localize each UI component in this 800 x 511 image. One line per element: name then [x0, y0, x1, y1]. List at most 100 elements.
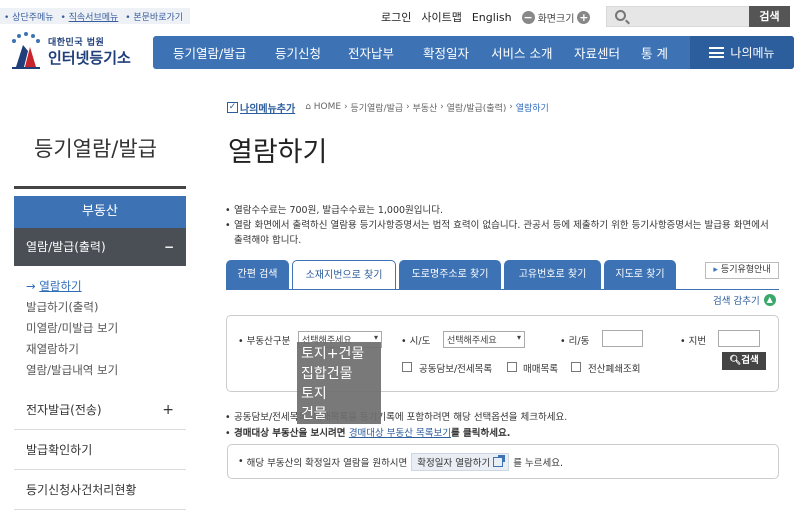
font-size-control: − 화면크기 +	[521, 10, 591, 25]
breadcrumb-item[interactable]: 부동산	[412, 101, 437, 114]
lnb-item-history[interactable]: 열람/발급내역 보기	[26, 361, 176, 382]
hide-search-label: 검색 감추기	[713, 296, 760, 307]
realty-type-dropdown-list: 토지+건물 집합건물 토지 건물	[297, 342, 381, 424]
form-search-button[interactable]: 🔍︎검색	[722, 352, 766, 370]
lnb-item-issue[interactable]: 발급하기(출력)	[26, 298, 176, 319]
info-prefix: 해당 부동산의 확정일자 열람을 원하시면	[246, 457, 408, 469]
info-suffix: 를 누르세요.	[513, 457, 563, 469]
tab-map[interactable]: 지도로 찾기	[604, 260, 676, 289]
sido-label: • 시/도	[401, 336, 431, 347]
site-logo[interactable]: 대한민국 법원 인터넷등기소	[6, 31, 146, 71]
gnb-item-fixed-date[interactable]: 확정일자	[423, 43, 469, 62]
fixed-date-info: • 해당 부동산의 확정일자 열람을 원하시면 확정일자 열람하기 를 누르세요…	[227, 444, 779, 479]
gnb-item-service[interactable]: 서비스 소개	[491, 43, 552, 62]
lnb-list: → 열람하기 발급하기(출력) 미열람/미발급 보기 재열람하기 열람/발급내역…	[26, 277, 176, 382]
my-menu-button[interactable]: 나의메뉴	[690, 36, 794, 69]
auction-list-link[interactable]: 경매대상 부동산 목록보기	[349, 428, 451, 439]
dropdown-option[interactable]: 건물	[301, 404, 377, 424]
closed-record-checkbox[interactable]	[571, 362, 581, 372]
search-icon: 🔍︎	[729, 355, 742, 366]
zoom-out-icon[interactable]: −	[521, 10, 535, 24]
breadcrumb: ✓ 나의메뉴추가 ⌂ HOME › 등기열람/발급 › 부동산 › 열람/발급(…	[227, 100, 549, 115]
ri-dong-input[interactable]	[602, 330, 643, 347]
fixed-date-view-label: 확정일자 열람하기	[417, 457, 491, 469]
chevron-down-icon: ▾	[373, 333, 378, 342]
tab-lot-address[interactable]: 소재지번으로 찾기	[292, 260, 396, 290]
add-my-menu-label: 나의메뉴추가	[240, 103, 296, 115]
dropdown-option[interactable]: 집합건물	[301, 364, 377, 384]
lnb-group-label: 전자발급(전송)	[26, 403, 102, 417]
notice-item: 열람수수료는 700원, 발급수수료는 1,000원입니다.	[224, 203, 774, 218]
gnb-item-resources[interactable]: 자료센터	[574, 43, 620, 62]
dropdown-option[interactable]: 토지	[301, 384, 377, 404]
gnb-item-registration[interactable]: 등기신청	[275, 43, 321, 62]
lnb-category-realty[interactable]: 부동산	[14, 196, 186, 228]
search-icon	[615, 10, 626, 21]
lnb-group-status[interactable]: 등기신청사건처리현황	[14, 470, 186, 510]
login-link[interactable]: 로그인	[381, 9, 411, 25]
jibun-label: • 지번	[680, 336, 707, 347]
page-title: 열람하기	[228, 137, 328, 168]
dropdown-option[interactable]: 토지+건물	[301, 344, 377, 364]
lnb-title: 등기열람/발급	[34, 137, 157, 161]
tab-road-address[interactable]: 도로명주소로 찾기	[399, 260, 501, 289]
lnb-group-verify[interactable]: 발급확인하기	[14, 430, 186, 470]
hamburger-icon	[709, 47, 725, 58]
type-guide-label: 등기유형안내	[720, 265, 771, 275]
arrow-right-icon: ▸	[713, 265, 718, 275]
joint-collateral-checkbox[interactable]	[402, 362, 412, 372]
skip-link-submenu[interactable]: • 직속서브메뉴	[60, 13, 120, 23]
jibun-input[interactable]	[718, 330, 760, 347]
english-link[interactable]: English	[472, 11, 512, 24]
court-emblem-icon	[12, 32, 40, 69]
closed-record-label: 전산폐쇄조회	[588, 364, 641, 375]
external-link-icon	[493, 454, 506, 467]
joint-collateral-label: 공동담보/전세목록	[419, 364, 493, 375]
tab-unique-number[interactable]: 고유번호로 찾기	[504, 260, 601, 289]
lnb-sub-label: 열람/발급(출력)	[26, 240, 106, 254]
sido-value: 선택해주세요	[447, 336, 497, 346]
ri-dong-label: • 리/동	[560, 336, 590, 347]
breadcrumb-home[interactable]: HOME	[314, 102, 341, 112]
tab-simple-search[interactable]: 간편 검색	[226, 260, 289, 289]
sales-list-label: 매매목록	[523, 364, 558, 375]
lnb-item-view[interactable]: → 열람하기	[26, 277, 176, 298]
lnb-item-review[interactable]: 재열람하기	[26, 340, 176, 361]
tab-underline	[226, 289, 779, 290]
lnb-group-label: 발급확인하기	[26, 443, 93, 457]
breadcrumb-item[interactable]: 열람/발급(출력)	[447, 101, 507, 114]
skip-link-topmenu[interactable]: • 상단주메뉴	[4, 13, 56, 23]
sitemap-link[interactable]: 사이트맵	[421, 9, 461, 25]
lnb-group-label: 등기신청사건처리현황	[26, 483, 137, 497]
hide-search-toggle[interactable]: 검색 감추기 ▲	[713, 293, 776, 307]
breadcrumb-current: 열람하기	[515, 103, 549, 114]
registry-type-guide-button[interactable]: ▸ 등기유형안내	[705, 262, 779, 279]
form-search-label: 검색	[741, 355, 759, 366]
my-menu-label: 나의메뉴	[730, 46, 775, 60]
zoom-in-icon[interactable]: +	[577, 10, 591, 24]
add-my-menu-button[interactable]: ✓ 나의메뉴추가	[227, 100, 295, 115]
logo-title: 인터넷등기소	[48, 49, 131, 67]
home-icon: ⌂	[305, 102, 314, 112]
gnb-item-e-payment[interactable]: 전자납부	[348, 43, 394, 62]
gnb-item-view-issue[interactable]: 등기열람/발급	[173, 43, 246, 62]
lnb-item-unviewed[interactable]: 미열람/미발급 보기	[26, 319, 176, 340]
main-navigation: 등기열람/발급 등기신청 전자납부 확정일자 서비스 소개 자료센터 통 계 나…	[153, 36, 794, 69]
sales-list-checkbox[interactable]	[507, 362, 517, 372]
font-size-label: 화면크기	[537, 13, 575, 25]
lnb-divider	[14, 186, 186, 189]
sido-select[interactable]: 선택해주세요 ▾	[443, 331, 525, 348]
lnb-sub-view-issue[interactable]: 열람/발급(출력) −	[14, 228, 186, 266]
note-item: 경매대상 부동산을 보시려면 경매대상 부동산 목록보기를 클릭하세요.	[224, 426, 779, 442]
collapse-icon: −	[163, 240, 174, 254]
top-utility: 로그인 사이트맵 English − 화면크기 +	[381, 8, 591, 26]
breadcrumb-item[interactable]: 등기열람/발급	[350, 101, 403, 114]
gnb-item-statistics[interactable]: 통 계	[641, 43, 668, 62]
site-search-button[interactable]: 검색	[749, 6, 790, 27]
skip-links: • 상단주메뉴 • 직속서브메뉴 • 본문바로가기	[0, 8, 190, 24]
realty-type-label: • 부동산구분	[238, 336, 291, 347]
skip-link-content[interactable]: • 본문바로가기	[125, 13, 185, 23]
lnb-group-e-issue[interactable]: 전자발급(전송) +	[14, 390, 186, 430]
fixed-date-view-button[interactable]: 확정일자 열람하기	[411, 452, 510, 471]
notice-item: 열람 화면에서 출력하신 열람용 등기사항증명서는 법적 효력이 없습니다. 관…	[224, 218, 774, 248]
